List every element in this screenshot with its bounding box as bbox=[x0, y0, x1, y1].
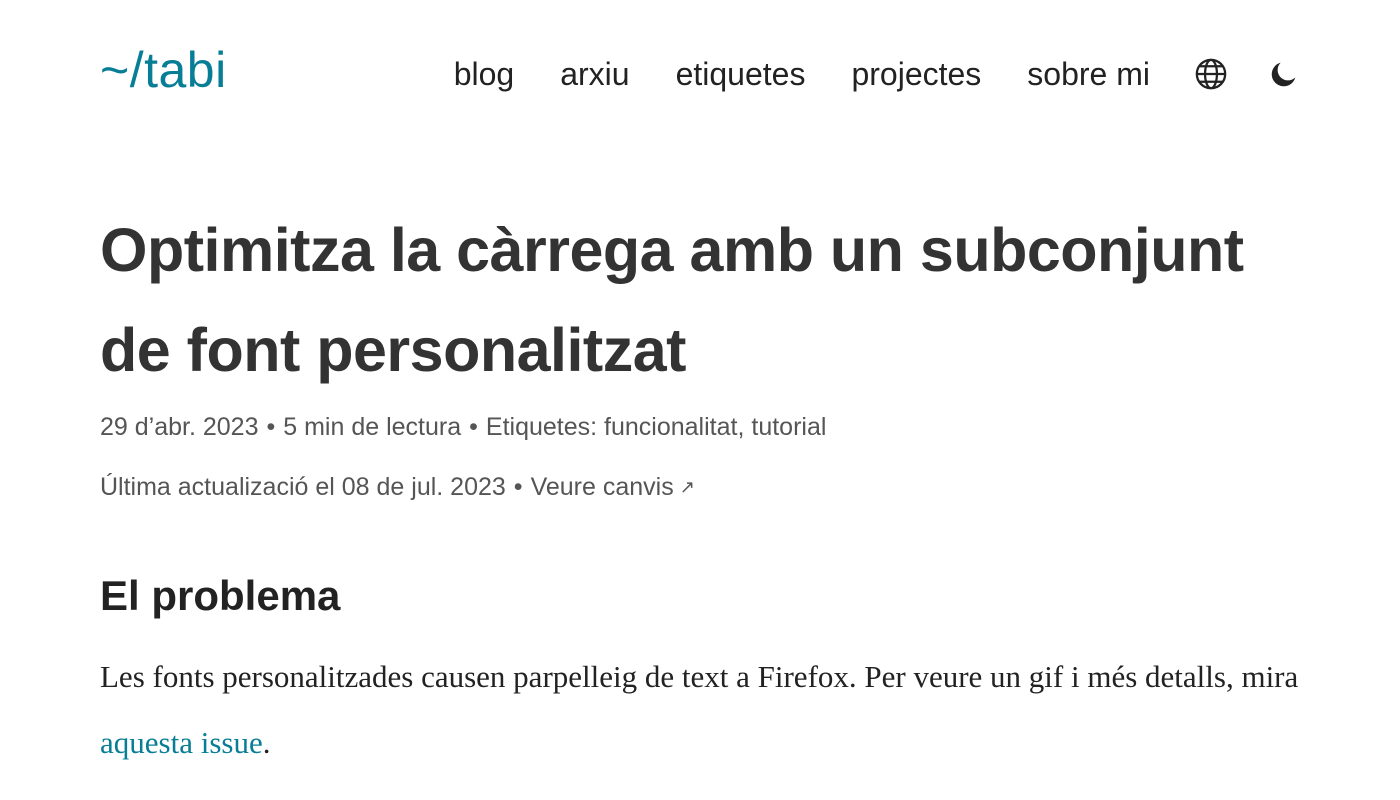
article-meta: 29 d’abr. 2023 • 5 min de lectura • Etiquete… bbox=[100, 410, 1300, 444]
article-title: Optimitza la càrrega amb un subconjunt d… bbox=[100, 216, 1244, 384]
moon-icon bbox=[1271, 62, 1296, 87]
issue-link[interactable]: aquesta issue bbox=[100, 725, 263, 760]
language-button[interactable] bbox=[1194, 57, 1228, 91]
article-update-meta: Última actualizació el 08 de jul. 2023 • V… bbox=[100, 470, 1300, 504]
globe-icon bbox=[1195, 58, 1227, 90]
nav-sobre-mi[interactable]: sobre mi bbox=[1027, 54, 1150, 94]
tag-link-tutorial[interactable]: tutorial bbox=[751, 413, 826, 441]
meta-separator: • bbox=[266, 413, 276, 441]
nav-arxiu[interactable]: arxiu bbox=[560, 54, 629, 94]
theme-toggle-button[interactable] bbox=[1268, 58, 1300, 90]
section-heading: El problema bbox=[100, 572, 341, 619]
site-logo[interactable]: ~/tabi bbox=[100, 38, 227, 102]
paragraph-text: Les fonts personalitzades causen parpell… bbox=[100, 659, 1299, 694]
article: Optimitza la càrrega amb un subconjunt d… bbox=[100, 200, 1300, 776]
nav-etiquetes[interactable]: etiquetes bbox=[676, 54, 806, 94]
tag-link-funcionalitat[interactable]: funcionalitat bbox=[604, 413, 737, 441]
meta-separator: • bbox=[469, 413, 478, 441]
paragraph-end: . bbox=[262, 725, 271, 760]
tags-label: Etiquetes: bbox=[485, 413, 598, 441]
tag-separator: , bbox=[737, 413, 745, 441]
publish-date: 29 d’abr. 2023 bbox=[100, 413, 259, 441]
reading-time: 5 min de lectura bbox=[283, 413, 462, 441]
see-changes-label: Veure canvis bbox=[530, 473, 674, 501]
meta-separator: • bbox=[513, 473, 523, 501]
see-changes-link[interactable]: Veure canvis ↗ bbox=[531, 473, 695, 501]
main-nav: blog arxiu etiquetes projectes sobre mi bbox=[454, 32, 1300, 116]
article-paragraph: Les fonts personalitzades causen parpell… bbox=[100, 644, 1300, 776]
external-link-icon: ↗ bbox=[679, 477, 695, 497]
nav-projectes[interactable]: projectes bbox=[851, 54, 981, 94]
last-updated: Última actualizació el 08 de jul. 2023 bbox=[100, 473, 506, 501]
site-header: ~/tabi blog arxiu etiquetes projectes so… bbox=[100, 32, 1300, 112]
nav-blog[interactable]: blog bbox=[454, 54, 515, 94]
